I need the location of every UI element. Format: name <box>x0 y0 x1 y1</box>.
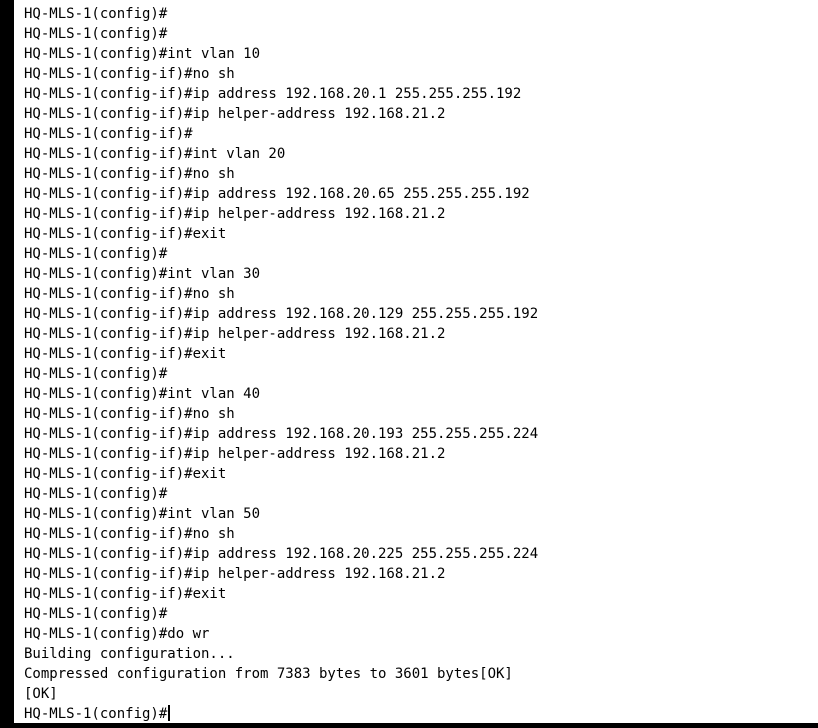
console-line: HQ-MLS-1(config-if)#ip helper-address 19… <box>24 106 446 122</box>
console-line: Compressed configuration from 7383 bytes… <box>24 666 513 682</box>
console-line: HQ-MLS-1(config-if)#ip helper-address 19… <box>24 206 446 222</box>
console-line: HQ-MLS-1(config-if)#no sh <box>24 66 235 82</box>
console-line: HQ-MLS-1(config)#int vlan 50 <box>24 506 261 522</box>
console-line: Building configuration... <box>24 646 235 662</box>
console-line: [OK] <box>24 686 58 702</box>
console-line: HQ-MLS-1(config-if)#ip address 192.168.2… <box>24 186 530 202</box>
console-line: HQ-MLS-1(config-if)#int vlan 20 <box>24 146 286 162</box>
console-line: HQ-MLS-1(config-if)#exit <box>24 586 227 602</box>
console-line: HQ-MLS-1(config-if)#ip address 192.168.2… <box>24 306 539 322</box>
console-line: HQ-MLS-1(config-if)#exit <box>24 226 227 242</box>
console-line: HQ-MLS-1(config-if)#no sh <box>24 526 235 542</box>
console-line: HQ-MLS-1(config)#int vlan 40 <box>24 386 261 402</box>
console-line: HQ-MLS-1(config)#int vlan 10 <box>24 46 261 62</box>
console-line: HQ-MLS-1(config)# <box>24 26 168 42</box>
command-prompt-line[interactable]: HQ-MLS-1(config)# <box>24 704 538 724</box>
console-line: HQ-MLS-1(config-if)#ip helper-address 19… <box>24 326 446 342</box>
console-line: HQ-MLS-1(config-if)#exit <box>24 466 227 482</box>
console-line: HQ-MLS-1(config-if)#exit <box>24 346 227 362</box>
prompt-text: HQ-MLS-1(config)# <box>24 706 168 722</box>
console-line: HQ-MLS-1(config-if)#ip helper-address 19… <box>24 566 446 582</box>
console-line: HQ-MLS-1(config-if)#ip helper-address 19… <box>24 446 446 462</box>
text-cursor[interactable] <box>168 705 171 721</box>
console-output[interactable]: HQ-MLS-1(config)# HQ-MLS-1(config)# HQ-M… <box>24 4 538 724</box>
console-line: HQ-MLS-1(config)# <box>24 366 168 382</box>
console-line: HQ-MLS-1(config)#int vlan 30 <box>24 266 261 282</box>
console-line: HQ-MLS-1(config-if)# <box>24 126 193 142</box>
console-line: HQ-MLS-1(config-if)#ip address 192.168.2… <box>24 86 522 102</box>
console-line: HQ-MLS-1(config)# <box>24 6 168 22</box>
console-line: HQ-MLS-1(config-if)#no sh <box>24 286 235 302</box>
console-line: HQ-MLS-1(config)# <box>24 486 168 502</box>
console-line: HQ-MLS-1(config-if)#ip address 192.168.2… <box>24 426 539 442</box>
console-line: HQ-MLS-1(config-if)#no sh <box>24 166 235 182</box>
console-line: HQ-MLS-1(config)# <box>24 606 168 622</box>
console-line: HQ-MLS-1(config)#do wr <box>24 626 210 642</box>
console-line: HQ-MLS-1(config-if)#ip address 192.168.2… <box>24 546 539 562</box>
terminal-window[interactable]: HQ-MLS-1(config)# HQ-MLS-1(config)# HQ-M… <box>0 0 818 728</box>
console-line: HQ-MLS-1(config-if)#no sh <box>24 406 235 422</box>
console-line: HQ-MLS-1(config)# <box>24 246 168 262</box>
